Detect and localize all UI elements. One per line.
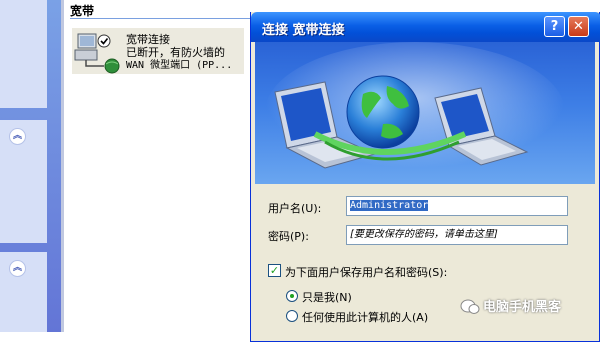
radio-only-me-label: 只是我(N): [302, 291, 352, 304]
username-field[interactable]: Administrator: [346, 196, 568, 216]
close-button[interactable]: ✕: [568, 16, 589, 37]
save-credentials-label: 为下面用户保存用户名和密码(S):: [285, 266, 448, 279]
radio-anyone-label: 任何使用此计算机的人(A): [302, 311, 429, 324]
save-credentials-checkbox[interactable]: ✓: [268, 264, 281, 277]
radio-anyone[interactable]: [286, 310, 298, 322]
connection-details: 宽带连接 已断开，有防火墙的 WAN 微型端口 (PP...: [126, 33, 232, 72]
dialog-titlebar[interactable]: 连接 宽带连接 ? ✕: [251, 12, 600, 42]
radio-only-me[interactable]: [286, 290, 298, 302]
password-field[interactable]: [要更改保存的密码，请单击这里]: [346, 225, 568, 245]
task-panel: [0, 0, 47, 108]
group-header: 宽带: [70, 4, 95, 18]
username-label: 用户名(U):: [268, 202, 322, 215]
dialog-title: 连接 宽带连接: [262, 23, 345, 38]
network-connection-icon: [74, 33, 120, 74]
password-label: 密码(P):: [268, 230, 309, 243]
collapse-chevron-icon[interactable]: ︽: [9, 128, 26, 145]
username-value: Administrator: [350, 200, 429, 211]
connection-status: 已断开，有防火墙的: [126, 46, 225, 59]
task-panel: ︽: [0, 252, 47, 332]
help-button[interactable]: ?: [544, 16, 565, 37]
collapse-chevron-icon[interactable]: ︽: [9, 260, 26, 277]
task-panel: ︽: [0, 120, 47, 243]
connection-device: WAN 微型端口 (PP...: [126, 60, 233, 71]
watermark-text: 电脑手机黑客: [483, 300, 562, 315]
connection-name: 宽带连接: [126, 33, 170, 46]
connection-banner-image: [255, 42, 595, 184]
group-divider: [70, 18, 250, 19]
wechat-icon: [460, 299, 480, 314]
